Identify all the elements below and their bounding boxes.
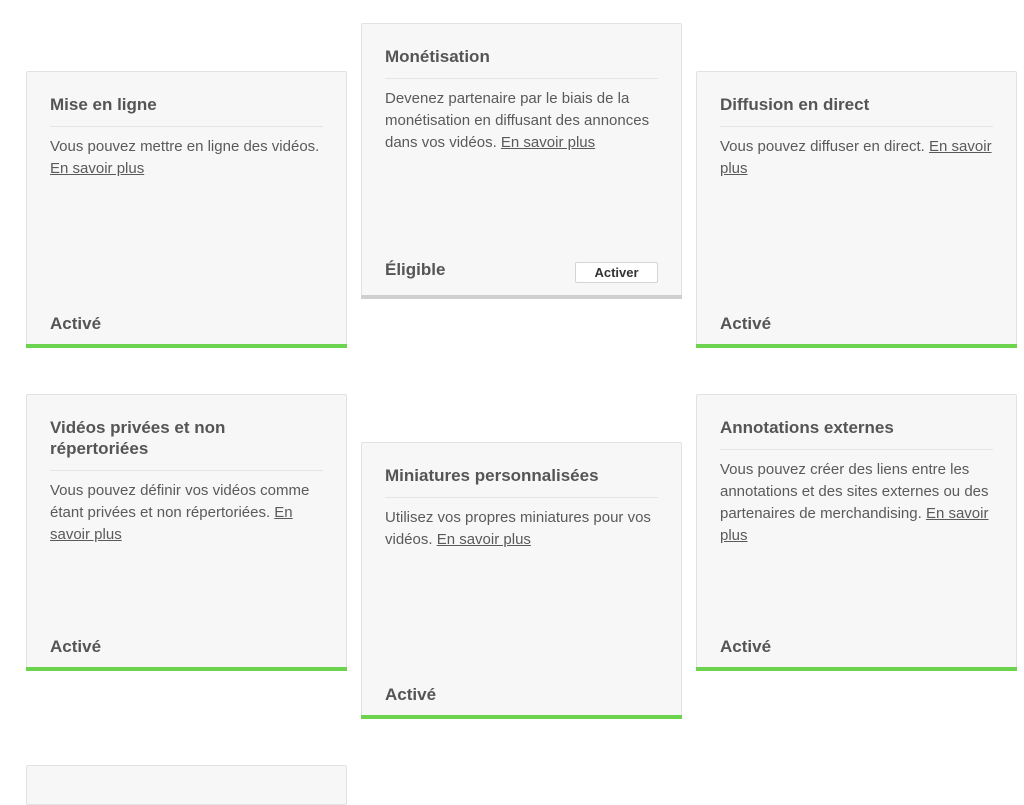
card-description: Devenez partenaire par le biais de la mo…: [385, 90, 650, 151]
status-label: Activé: [50, 637, 102, 656]
status-bar-enabled: [26, 344, 347, 348]
learn-more-link[interactable]: En savoir plus: [501, 134, 595, 151]
card-description: Vous pouvez définir vos vidéos comme éta…: [50, 482, 310, 543]
card-title: Vidéos privées et non répertoriées: [50, 417, 323, 471]
card-title: Mise en ligne: [50, 94, 323, 127]
feature-card-upload: Mise en ligne Vous pouvez mettre en lign…: [26, 71, 347, 348]
status-label: Activé: [720, 637, 772, 656]
learn-more-link[interactable]: En savoir plus: [50, 160, 144, 177]
status-bar-enabled: [26, 667, 347, 671]
card-title: Diffusion en direct: [720, 94, 993, 127]
status-label: Activé: [50, 314, 102, 333]
card-title: Annotations externes: [720, 417, 993, 450]
card-title: Miniatures personnalisées: [385, 465, 658, 498]
card-description: Utilisez vos propres miniatures pour vos…: [385, 509, 651, 548]
card-description: Vous pouvez créer des liens entre les an…: [720, 461, 989, 544]
status-bar-enabled: [696, 344, 1017, 348]
status-label: Activé: [385, 685, 437, 704]
learn-more-link[interactable]: En savoir plus: [437, 531, 531, 548]
feature-card-private-unlisted: Vidéos privées et non répertoriées Vous …: [26, 394, 347, 671]
card-description: Vous pouvez diffuser en direct. En savoi…: [720, 138, 992, 177]
status-bar-enabled: [361, 715, 682, 719]
feature-card-monetization: Monétisation Devenez partenaire par le b…: [361, 23, 682, 299]
feature-card-partial: [26, 765, 347, 805]
card-description: Vous pouvez mettre en ligne des vidéos. …: [50, 138, 320, 177]
status-label: Activé: [720, 314, 772, 333]
enable-button[interactable]: Activer: [575, 262, 658, 283]
status-label: Éligible: [385, 260, 446, 279]
status-bar-enabled: [696, 667, 1017, 671]
feature-card-live-streaming: Diffusion en direct Vous pouvez diffuser…: [696, 71, 1017, 348]
feature-card-custom-thumbnails: Miniatures personnalisées Utilisez vos p…: [361, 442, 682, 719]
status-bar-eligible: [361, 295, 682, 299]
feature-card-external-annotations: Annotations externes Vous pouvez créer d…: [696, 394, 1017, 671]
card-title: Monétisation: [385, 46, 658, 79]
